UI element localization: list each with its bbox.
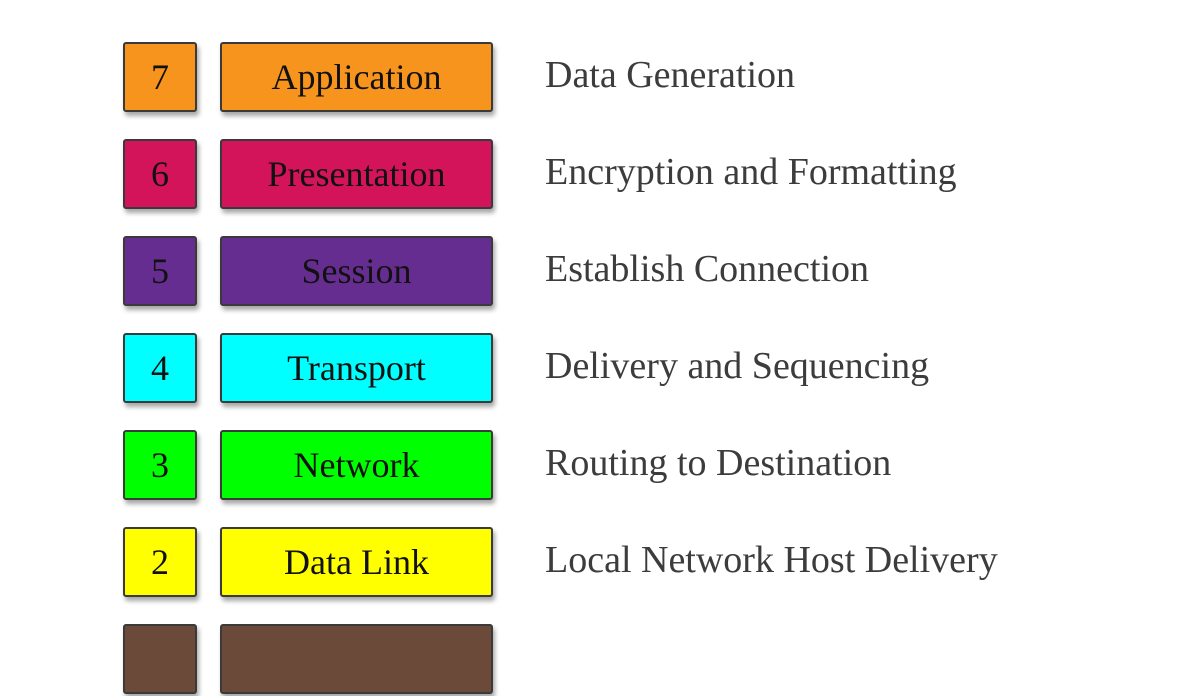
- layer-name-box: Session: [220, 236, 493, 306]
- layer-number-box: 6: [123, 139, 197, 209]
- layer-number-box: 2: [123, 527, 197, 597]
- layer-number-box: 7: [123, 42, 197, 112]
- layer-number-box: 5: [123, 236, 197, 306]
- layer-name-box: Data Link: [220, 527, 493, 597]
- layer-number-box: 3: [123, 430, 197, 500]
- layer-name-box: Transport: [220, 333, 493, 403]
- layer-description: Routing to Destination: [545, 442, 892, 484]
- layer-row-5: 5 Session Establish Connection: [0, 236, 1200, 308]
- layer-description: Local Network Host Delivery: [545, 539, 998, 581]
- layer-number-box: [123, 624, 197, 694]
- layer-row-3: 3 Network Routing to Destination: [0, 430, 1200, 502]
- layer-description: Encryption and Formatting: [545, 151, 957, 193]
- layer-description: Data Generation: [545, 54, 796, 96]
- layer-row-1: [0, 624, 1200, 696]
- layer-name-box: [220, 624, 493, 694]
- layer-row-6: 6 Presentation Encryption and Formatting: [0, 139, 1200, 211]
- layer-description: Establish Connection: [545, 248, 870, 290]
- layer-row-4: 4 Transport Delivery and Sequencing: [0, 333, 1200, 405]
- layer-number-box: 4: [123, 333, 197, 403]
- layer-name-box: Network: [220, 430, 493, 500]
- layer-row-2: 2 Data Link Local Network Host Delivery: [0, 527, 1200, 599]
- layer-description: Delivery and Sequencing: [545, 345, 930, 387]
- layer-name-box: Presentation: [220, 139, 493, 209]
- layer-row-7: 7 Application Data Generation: [0, 42, 1200, 114]
- layer-name-box: Application: [220, 42, 493, 112]
